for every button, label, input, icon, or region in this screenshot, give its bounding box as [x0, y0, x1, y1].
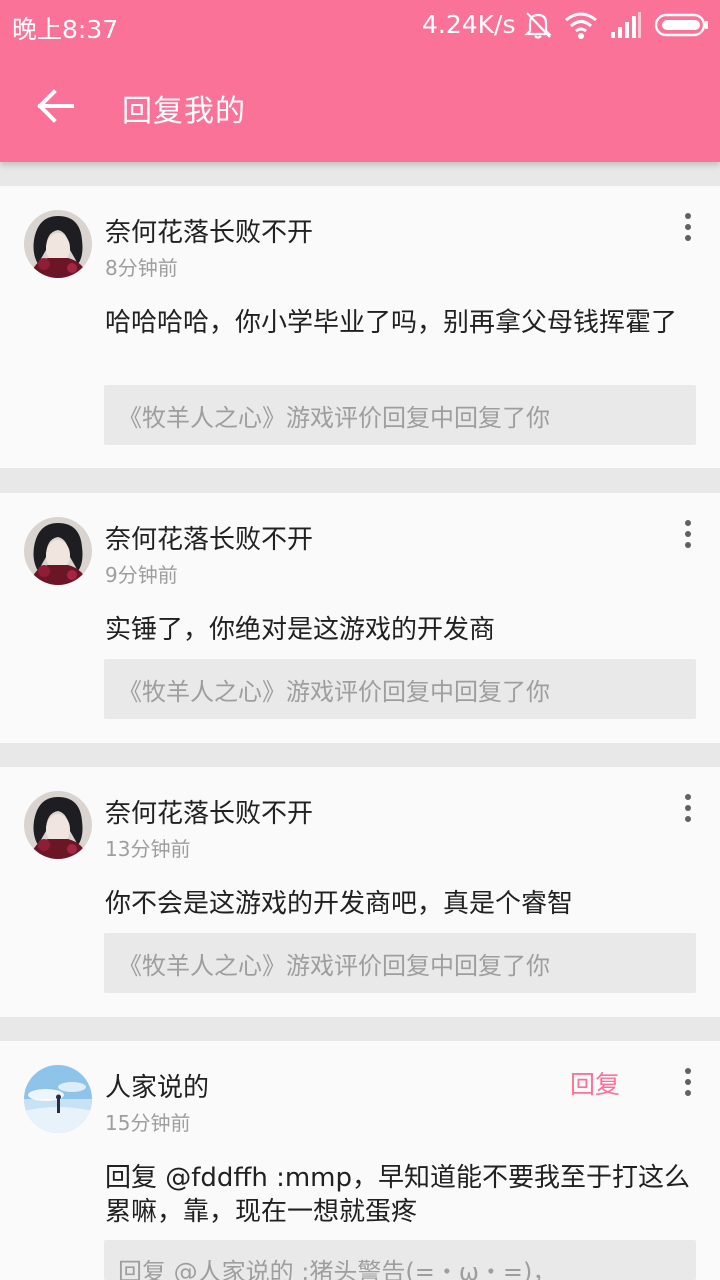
app-header: 晚上8:37 4.24K/s 回复我的	[0, 0, 720, 162]
arrow-left-icon	[37, 89, 74, 123]
signal-icon	[611, 12, 641, 38]
page-title: 回复我的	[122, 94, 246, 129]
reply-card: 奈何花落长败不开 13分钟前 你不会是这游戏的开发商吧，真是个睿智 《牧羊人之心…	[0, 767, 720, 1017]
reply-card: 奈何花落长败不开 8分钟前 哈哈哈哈，你小学毕业了吗，别再拿父母钱挥霍了 《牧羊…	[0, 186, 720, 468]
status-time: 晚上8:37	[12, 15, 119, 44]
more-options-icon[interactable]	[672, 210, 704, 246]
reply-card: 人家说的 15分钟前 回复 回复 @fddffh :mmp，早知道能不要我至于打…	[0, 1041, 720, 1280]
reply-time: 9分钟前	[105, 563, 178, 587]
reply-time: 13分钟前	[105, 837, 191, 861]
back-button[interactable]	[34, 84, 78, 128]
status-icons	[524, 10, 714, 42]
reply-content: 回复 @fddffh :mmp，早知道能不要我至于打这么累嘛，靠，现在一想就蛋疼	[105, 1163, 691, 1227]
user-avatar[interactable]	[24, 791, 92, 859]
username[interactable]: 奈何花落长败不开	[105, 519, 313, 556]
reply-source[interactable]: 《牧羊人之心》游戏评价回复中回复了你	[104, 659, 696, 719]
battery-icon	[654, 13, 708, 37]
username[interactable]: 人家说的	[105, 1067, 209, 1104]
reply-time: 8分钟前	[105, 256, 178, 280]
avatar-image	[24, 791, 92, 859]
reply-content: 你不会是这游戏的开发商吧，真是个睿智	[105, 889, 574, 919]
mute-bell-icon	[524, 12, 552, 39]
username[interactable]: 奈何花落长败不开	[105, 793, 313, 830]
avatar-image	[24, 210, 92, 278]
user-avatar[interactable]	[24, 1065, 92, 1133]
reply-source[interactable]: 回复 @人家说的 :猪头警告(=・ω・=)，	[104, 1240, 696, 1280]
reply-content: 哈哈哈哈，你小学毕业了吗，别再拿父母钱挥霍了	[105, 308, 678, 338]
status-bar: 晚上8:37 4.24K/s	[0, 0, 720, 52]
user-avatar[interactable]	[24, 517, 92, 585]
reply-source[interactable]: 《牧羊人之心》游戏评价回复中回复了你	[104, 933, 696, 993]
more-options-icon[interactable]	[672, 517, 704, 553]
user-avatar[interactable]	[24, 210, 92, 278]
username[interactable]: 奈何花落长败不开	[105, 212, 313, 249]
reply-time: 15分钟前	[105, 1111, 191, 1135]
wifi-icon	[565, 12, 597, 39]
reply-content: 实锤了，你绝对是这游戏的开发商	[105, 615, 496, 645]
more-options-icon[interactable]	[672, 791, 704, 827]
avatar-image	[24, 517, 92, 585]
avatar-image	[24, 1065, 92, 1133]
reply-button[interactable]: 回复	[570, 1065, 620, 1101]
more-options-icon[interactable]	[672, 1065, 704, 1101]
reply-source[interactable]: 《牧羊人之心》游戏评价回复中回复了你	[104, 385, 696, 445]
reply-card: 奈何花落长败不开 9分钟前 实锤了，你绝对是这游戏的开发商 《牧羊人之心》游戏评…	[0, 493, 720, 743]
network-speed: 4.24K/s	[422, 10, 516, 39]
